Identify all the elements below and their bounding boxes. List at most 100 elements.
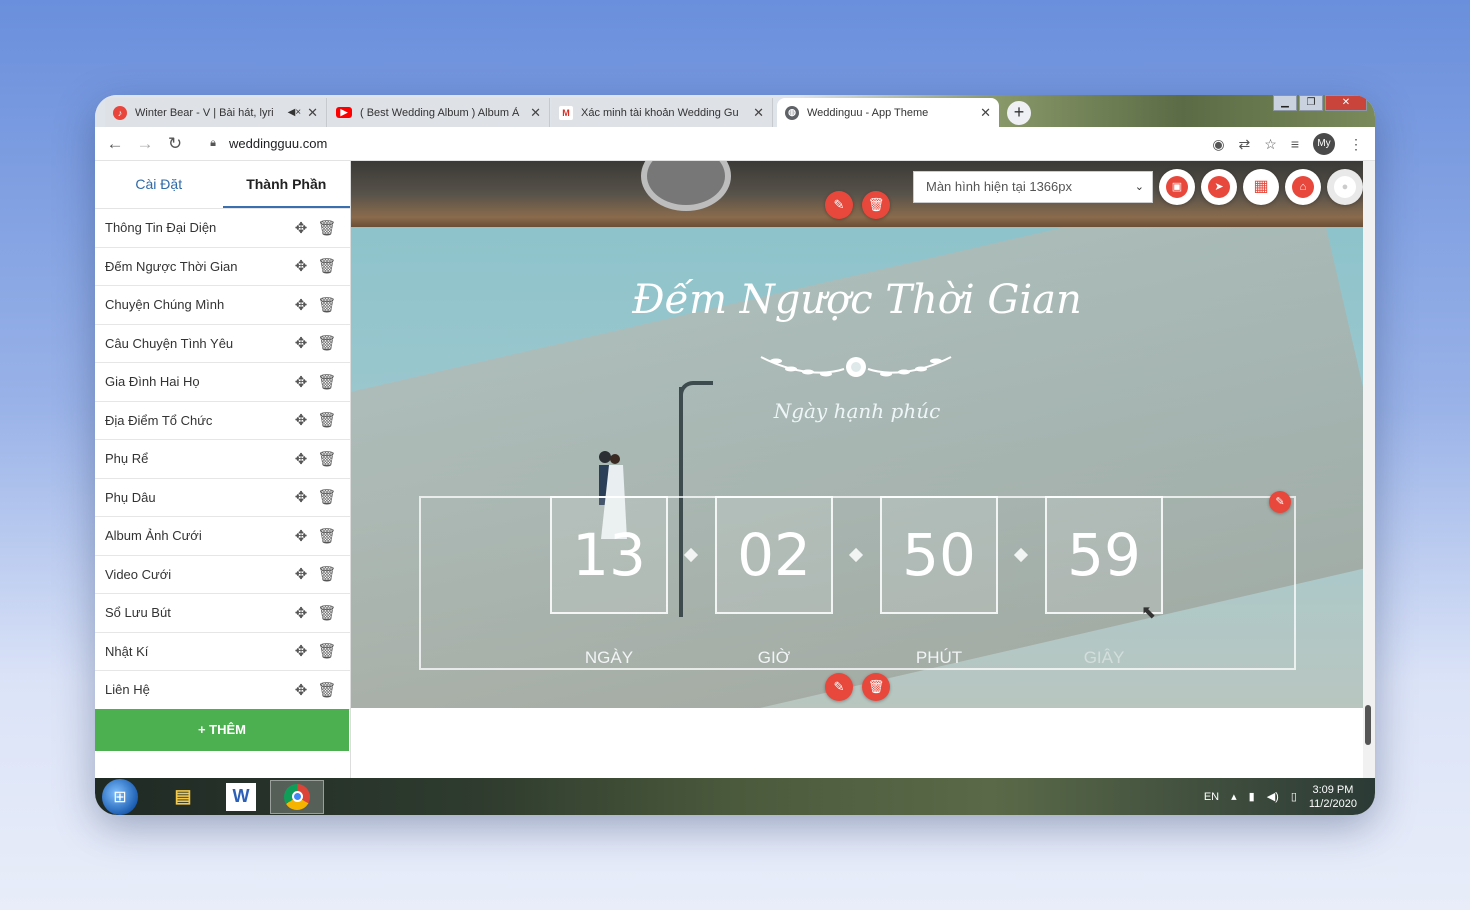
language-indicator[interactable]: EN [1204, 791, 1219, 803]
save-button[interactable]: ▣ [1159, 169, 1195, 205]
component-item[interactable]: Video Cưới ✥ 🗑︎ [95, 556, 350, 594]
component-item[interactable]: Địa Điểm Tổ Chức ✥ 🗑︎ [95, 402, 350, 440]
media-queue-icon[interactable]: ≡ [1291, 136, 1299, 152]
page-scrollbar[interactable] [1363, 161, 1375, 778]
drag-move-icon[interactable]: ✥ [288, 257, 314, 275]
trash-icon[interactable]: 🗑︎ [314, 334, 340, 352]
component-item[interactable]: Thông Tin Đại Diện ✥ 🗑︎ [95, 209, 350, 248]
component-item[interactable]: Album Ảnh Cưới ✥ 🗑︎ [95, 517, 350, 556]
trash-icon[interactable]: 🗑︎ [314, 257, 340, 275]
network-icon[interactable]: ▮ [1249, 790, 1255, 803]
edit-countdown-button[interactable]: ✎ [825, 673, 853, 701]
drag-move-icon[interactable]: ✥ [288, 219, 314, 237]
trash-icon[interactable]: 🗑︎ [314, 411, 340, 429]
minimize-button[interactable]: ▁ [1273, 95, 1297, 111]
lock-icon[interactable]: 🔒︎ [203, 137, 223, 150]
trash-icon[interactable]: 🗑︎ [314, 296, 340, 314]
drag-move-icon[interactable]: ✥ [288, 373, 314, 391]
drag-move-icon[interactable]: ✥ [288, 411, 314, 429]
component-label: Đếm Ngược Thời Gian [105, 258, 238, 274]
edit-section-button[interactable]: ✎ [825, 191, 853, 219]
translate-icon[interactable]: ⇄ [1239, 136, 1251, 153]
apps-button[interactable]: ▦ [1243, 169, 1279, 205]
component-label: Câu Chuyện Tình Yêu [105, 335, 234, 351]
reload-icon[interactable]: ↻ [165, 134, 185, 154]
seconds-box: 59 [1045, 496, 1163, 614]
tab-title: Xác minh tài khoản Wedding Gu [581, 106, 739, 119]
trash-icon[interactable]: 🗑︎ [314, 373, 340, 391]
component-label: Thông Tin Đại Diện [105, 220, 217, 236]
tab-settings[interactable]: Cài Đặt [95, 161, 223, 208]
speaker-muted-icon[interactable]: ◀× [288, 107, 302, 118]
start-button[interactable]: ⊞ [102, 778, 138, 815]
component-item[interactable]: Câu Chuyện Tình Yêu ✥ 🗑︎ [95, 325, 350, 363]
scrollbar-thumb[interactable] [1365, 705, 1371, 745]
tab-wedding-album[interactable]: ▶ ( Best Wedding Album ) Album Ả ✕ [328, 98, 550, 127]
component-item[interactable]: Phụ Dâu ✥ 🗑︎ [95, 479, 350, 517]
component-item[interactable]: Chuyện Chúng Mình ✥ 🗑︎ [95, 286, 350, 325]
back-icon[interactable]: ← [105, 134, 125, 154]
close-tab-icon[interactable]: ✕ [530, 105, 541, 121]
drag-move-icon[interactable]: ✥ [288, 334, 314, 352]
chevron-down-icon: ⌄ [1134, 181, 1144, 193]
close-window-button[interactable]: ✕ [1325, 95, 1367, 111]
close-tab-icon[interactable]: ✕ [753, 105, 764, 121]
delete-section-button[interactable]: 🗑︎ [862, 191, 890, 219]
trash-icon[interactable]: 🗑︎ [314, 681, 340, 699]
car-wheel-image [641, 161, 731, 211]
user-avatar-button[interactable]: ● [1327, 169, 1363, 205]
power-icon[interactable]: ▯ [1291, 790, 1297, 803]
tab-gmail[interactable]: M Xác minh tài khoản Wedding Gu ✕ [551, 98, 773, 127]
drag-move-icon[interactable]: ✥ [288, 488, 314, 506]
trash-icon[interactable]: 🗑︎ [314, 527, 340, 545]
drag-move-icon[interactable]: ✥ [288, 604, 314, 622]
clock[interactable]: 3:09 PM 11/2/2020 [1309, 783, 1357, 811]
menu-kebab-icon[interactable]: ⋮ [1349, 136, 1363, 153]
file-explorer-icon[interactable]: ▤ [156, 780, 210, 814]
tab-components[interactable]: Thành Phần [222, 161, 350, 208]
drag-move-icon[interactable]: ✥ [288, 296, 314, 314]
close-tab-icon[interactable]: ✕ [980, 105, 991, 121]
trash-icon[interactable]: 🗑︎ [314, 488, 340, 506]
component-item[interactable]: Liên Hệ ✥ 🗑︎ [95, 671, 350, 710]
forward-icon[interactable]: → [135, 134, 155, 154]
component-item[interactable]: Đếm Ngược Thời Gian ✥ 🗑︎ [95, 248, 350, 286]
component-item[interactable]: Gia Đình Hai Họ ✥ 🗑︎ [95, 363, 350, 402]
component-item[interactable]: Sổ Lưu Bút ✥ 🗑︎ [95, 594, 350, 633]
chrome-icon[interactable] [270, 779, 324, 814]
trash-icon[interactable]: 🗑︎ [314, 565, 340, 583]
drag-move-icon[interactable]: ✥ [288, 450, 314, 468]
seconds-label: GIÂY [1083, 648, 1125, 667]
drag-move-icon[interactable]: ✥ [288, 527, 314, 545]
drag-move-icon[interactable]: ✥ [288, 565, 314, 583]
add-component-button[interactable]: + THÊM [95, 709, 349, 751]
trash-icon[interactable]: 🗑︎ [314, 219, 340, 237]
delete-countdown-button[interactable]: 🗑︎ [862, 673, 890, 701]
extension-icon[interactable]: ◉ [1212, 136, 1224, 153]
new-tab-button[interactable]: + [1007, 101, 1031, 125]
drag-move-icon[interactable]: ✥ [288, 642, 314, 660]
profile-avatar[interactable]: My [1313, 133, 1335, 155]
tab-winter-bear[interactable]: ♪ Winter Bear - V | Bài hát, lyri ◀× ✕ [105, 98, 327, 127]
screen-size-value: Màn hình hiện tại 1366px [926, 179, 1072, 194]
maximize-button[interactable]: ❐ [1299, 95, 1323, 111]
trash-icon[interactable]: 🗑︎ [314, 450, 340, 468]
home-button[interactable]: ⌂ [1285, 169, 1321, 205]
screen-size-select[interactable]: Màn hình hiện tại 1366px ⌄ [913, 171, 1153, 203]
tray-expand-icon[interactable]: ▴ [1231, 790, 1237, 803]
tab-weddinguu[interactable]: ◍ Weddinguu - App Theme ✕ [777, 98, 999, 127]
globe-icon: ◍ [785, 105, 799, 120]
trash-icon[interactable]: 🗑︎ [314, 642, 340, 660]
word-icon[interactable]: W [226, 782, 256, 811]
address-bar[interactable]: weddingguu.com [229, 136, 327, 151]
trash-icon[interactable]: 🗑︎ [314, 604, 340, 622]
bookmark-star-icon[interactable]: ☆ [1264, 136, 1277, 153]
component-item[interactable]: Nhật Kí ✥ 🗑︎ [95, 633, 350, 671]
tab-strip: ♪ Winter Bear - V | Bài hát, lyri ◀× ✕ ▶… [95, 95, 1375, 127]
close-tab-icon[interactable]: ✕ [307, 105, 318, 121]
volume-icon[interactable]: ◀) [1267, 790, 1279, 803]
component-item[interactable]: Phụ Rể ✥ 🗑︎ [95, 440, 350, 479]
edit-pencil-icon[interactable]: ✎ [1269, 491, 1291, 513]
drag-move-icon[interactable]: ✥ [288, 681, 314, 699]
publish-button[interactable]: ➤ [1201, 169, 1237, 205]
